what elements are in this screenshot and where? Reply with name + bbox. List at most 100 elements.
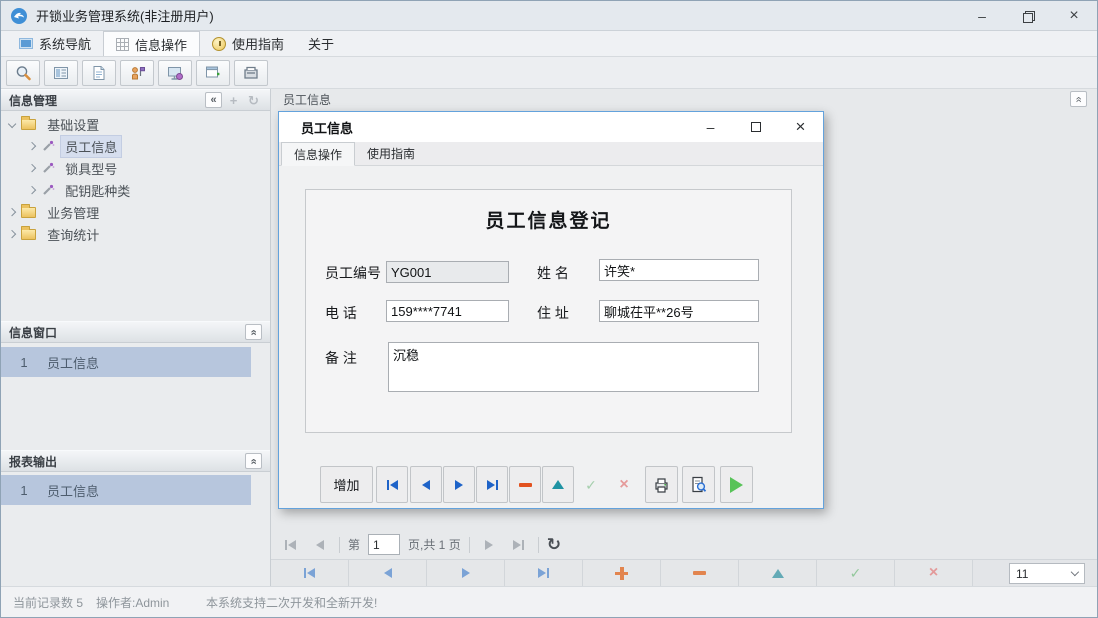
print-button[interactable] (645, 466, 678, 503)
nav-first-button[interactable] (376, 466, 408, 503)
operator-label: 操作者:Admin (96, 594, 169, 611)
tree-label: 锁具型号 (61, 158, 121, 179)
confirm-button[interactable]: ✓ (575, 466, 607, 503)
new-window-button[interactable] (196, 60, 230, 86)
cross-icon: × (619, 477, 628, 493)
tree-item-employee-info[interactable]: 员工信息 (1, 135, 270, 157)
form-view-button[interactable] (44, 60, 78, 86)
name-label: 姓 名 (537, 263, 569, 283)
refresh-icon: ↻ (248, 94, 259, 107)
tree-item-key-type[interactable]: 配钥匙种类 (1, 179, 270, 201)
chevron-down-icon (1071, 568, 1079, 576)
name-field[interactable] (599, 259, 759, 281)
add-button[interactable]: 增加 (320, 466, 373, 503)
minimize-button[interactable]: – (959, 1, 1005, 31)
pager-next-button[interactable] (478, 540, 500, 550)
delete-button[interactable] (509, 466, 541, 503)
sidebar-add-button[interactable]: + (225, 92, 242, 108)
sidebar-refresh-button[interactable]: ↻ (245, 92, 262, 108)
execute-button[interactable] (720, 466, 753, 503)
last-record-icon (547, 568, 549, 578)
nav-next-button[interactable] (443, 466, 475, 503)
nav-last-button[interactable] (476, 466, 508, 503)
row-index: 1 (1, 483, 47, 498)
dialog-maximize-button[interactable] (733, 112, 778, 142)
record-edit-button[interactable] (739, 560, 817, 586)
page-number-input[interactable] (368, 534, 400, 555)
tree-item-lock-model[interactable]: 锁具型号 (1, 157, 270, 179)
content-title: 员工信息 (283, 91, 331, 108)
record-next-button[interactable] (427, 560, 505, 586)
menu-item-info-ops[interactable]: 信息操作 (103, 31, 200, 56)
record-cancel-button[interactable]: × (895, 560, 973, 586)
report-output-list-item[interactable]: 1 员工信息 (1, 475, 251, 505)
remark-field[interactable]: 沉稳 (388, 342, 759, 392)
pager-prev-button[interactable] (309, 540, 331, 550)
nav-prev-button[interactable] (410, 466, 442, 503)
pager-first-button[interactable] (279, 540, 301, 550)
monitor-icon (166, 64, 184, 82)
folder-icon (21, 229, 36, 240)
run-icon (730, 477, 743, 493)
menu-item-guide[interactable]: 使用指南 (200, 31, 296, 56)
output-button[interactable] (234, 60, 268, 86)
guide-clock-icon (212, 37, 226, 51)
first-record-icon (390, 480, 398, 490)
edit-button[interactable] (542, 466, 574, 503)
pager-suffix-label: 页,共 1 页 (408, 536, 461, 553)
record-last-button[interactable] (505, 560, 583, 586)
employee-button[interactable] (120, 60, 154, 86)
folder-icon (21, 119, 36, 130)
address-field[interactable] (599, 300, 759, 322)
dialog-close-button[interactable]: × (778, 112, 823, 142)
tree-item-basic-settings[interactable]: 基础设置 (1, 113, 270, 135)
tree-item-business-management[interactable]: 业务管理 (1, 201, 270, 223)
screen-button[interactable] (158, 60, 192, 86)
next-record-icon (455, 480, 463, 490)
record-prev-button[interactable] (349, 560, 427, 586)
collapse-up-icon: « (248, 329, 259, 335)
chevron-right-icon (8, 208, 17, 217)
system-nav-icon (19, 38, 33, 49)
record-delete-button[interactable] (661, 560, 739, 586)
emp-no-field[interactable] (386, 261, 509, 283)
menubar: 系统导航 信息操作 使用指南 关于 (1, 31, 1097, 57)
cancel-button[interactable]: × (608, 466, 640, 503)
content-collapse-button[interactable]: « (1070, 91, 1087, 107)
info-window-list-item[interactable]: 1 员工信息 (1, 347, 251, 377)
row-label: 员工信息 (47, 353, 99, 372)
tree-item-query-statistics[interactable]: 查询统计 (1, 223, 270, 245)
record-count-label: 当前记录数 5 (13, 594, 83, 611)
print-preview-button[interactable] (682, 466, 715, 503)
add-button-label: 增加 (333, 475, 359, 494)
record-add-button[interactable] (583, 560, 661, 586)
record-first-button[interactable] (271, 560, 349, 586)
last-record-icon (487, 480, 495, 490)
report-output-collapse-button[interactable]: « (245, 453, 262, 469)
menu-item-about[interactable]: 关于 (296, 31, 346, 56)
tab-guide[interactable]: 使用指南 (355, 142, 427, 165)
panel-title: 报表输出 (9, 453, 57, 470)
refresh-icon: ↻ (547, 535, 561, 554)
record-confirm-button[interactable]: ✓ (817, 560, 895, 586)
menu-label: 关于 (308, 34, 334, 53)
tree-label: 查询统计 (43, 224, 103, 245)
restore-button[interactable] (1005, 1, 1051, 31)
pager-last-button[interactable] (508, 540, 530, 550)
prev-page-icon (316, 540, 324, 550)
dialog-minimize-button[interactable]: – (688, 112, 733, 142)
phone-field[interactable] (386, 300, 509, 322)
statusbar: 当前记录数 5 操作者:Admin 本系统支持二次开发和全新开发! (1, 586, 1097, 618)
menu-item-system-nav[interactable]: 系统导航 (7, 31, 103, 56)
info-window-collapse-button[interactable]: « (245, 324, 262, 340)
close-button[interactable]: × (1051, 1, 1097, 31)
document-button[interactable] (82, 60, 116, 86)
pager-prefix-label: 第 (348, 536, 360, 553)
page-size-select[interactable]: 11 (1009, 563, 1085, 584)
employee-form-groupbox: 员工信息登记 员工编号 姓 名 电 话 住 址 备 注 沉稳 (305, 189, 792, 433)
maximize-icon (751, 122, 761, 132)
pager-refresh-button[interactable]: ↻ (547, 536, 561, 553)
search-button[interactable] (6, 60, 40, 86)
sidebar-collapse-button[interactable]: « (205, 92, 222, 108)
tab-info-ops[interactable]: 信息操作 (281, 142, 355, 166)
